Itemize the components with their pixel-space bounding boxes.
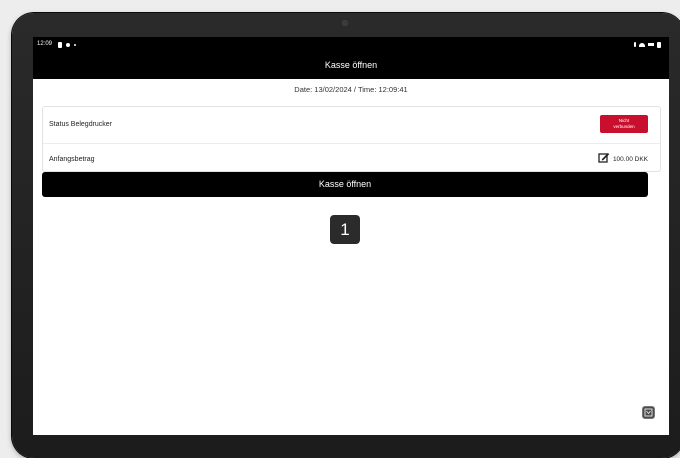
open-register-card: Status Belegdrucker Nicht verbunden Anfa… [42, 106, 661, 172]
starting-amount-row: Anfangsbetrag 100.00 DKK [43, 144, 660, 171]
starting-amount-label: Anfangsbetrag [49, 156, 95, 163]
accessibility-floating-button[interactable] [642, 406, 655, 419]
front-camera [342, 20, 348, 26]
more-notifications-icon [74, 43, 76, 46]
page-title: Kasse öffnen [324, 60, 378, 70]
wifi-icon [639, 42, 645, 47]
status-time: 12:09 [37, 41, 53, 47]
tablet-device: 12:09 Kasse öffnen Date: 13/02/2024 / Ti… [12, 13, 680, 458]
date-time-label: Date: 13/02/2024 / Time: 12:09:41 [294, 85, 408, 94]
battery-icon [657, 41, 661, 48]
notification-icon [58, 41, 62, 48]
screen: 12:09 Kasse öffnen Date: 13/02/2024 / Ti… [33, 37, 669, 435]
starting-amount-value: 100.00 DKK [612, 156, 648, 163]
edit-icon[interactable] [598, 152, 610, 164]
status-left-icons [58, 37, 76, 52]
printer-status-row: Status Belegdrucker Nicht verbunden [43, 107, 660, 144]
step-marker: 1 [330, 215, 360, 244]
signal-icon [648, 43, 654, 46]
printer-status-label: Status Belegdrucker [49, 121, 113, 128]
status-right-icons [634, 37, 661, 52]
open-register-button[interactable]: Kasse öffnen [42, 172, 648, 197]
app-bar: Kasse öffnen [33, 52, 669, 79]
status-bar: 12:09 [33, 37, 669, 52]
badge-line-2: verbunden [613, 124, 635, 129]
printer-status-badge[interactable]: Nicht verbunden [600, 115, 648, 133]
bluetooth-icon [634, 42, 636, 47]
screen-capture-icon [644, 408, 653, 417]
settings-icon [66, 42, 70, 47]
